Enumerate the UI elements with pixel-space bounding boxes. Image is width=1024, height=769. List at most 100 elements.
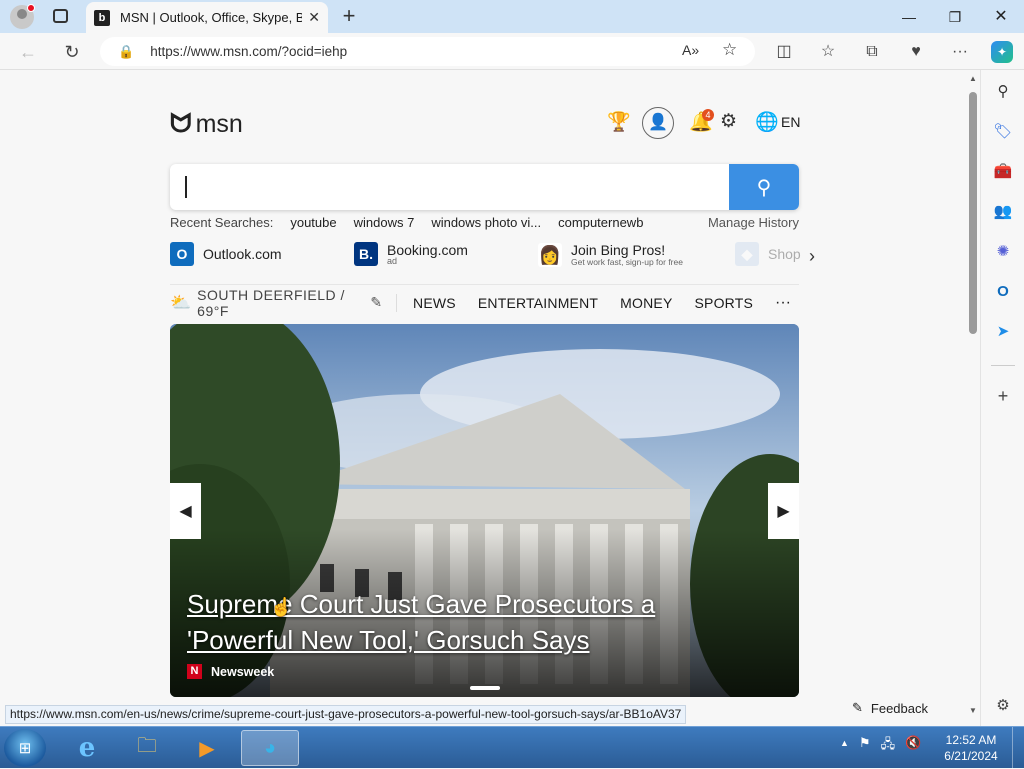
nav-entertainment[interactable]: ENTERTAINMENT (478, 295, 598, 311)
split-screen-icon[interactable]: ◫ (773, 41, 795, 63)
logo-text: msn (195, 109, 243, 138)
triangle-right-icon: ▶ (777, 503, 790, 520)
tab-title: MSN | Outlook, Office, Skype, Bi (120, 10, 303, 25)
taskbar-edge-icon[interactable]: ◕ (241, 730, 299, 766)
lock-icon[interactable]: 🔒 (118, 44, 134, 60)
language-label[interactable]: EN (781, 114, 800, 130)
tab-actions-icon[interactable] (53, 9, 68, 23)
new-tab-icon[interactable]: + (338, 4, 360, 28)
sidebar-tools-icon[interactable]: 🧰 (993, 162, 1013, 182)
hero-source[interactable]: N Newsweek (187, 664, 274, 679)
edit-pencil-icon[interactable]: ✎ (370, 294, 382, 311)
restore-button[interactable]: ❐ (932, 4, 978, 30)
weather-icon: ⛅ (170, 292, 192, 312)
bing-pros-icon: 👩 (538, 242, 562, 267)
more-options-icon[interactable]: ··· (775, 294, 791, 312)
scroll-up-icon[interactable]: ▲ (969, 74, 977, 83)
carousel-indicator[interactable] (470, 686, 500, 690)
newsweek-icon: N (187, 664, 202, 679)
category-nav: ⛅ SOUTH DEERFIELD / 69°F ✎ NEWS ENTERTAI… (170, 284, 799, 320)
taskbar-explorer-icon[interactable]: 🗀 (118, 730, 176, 766)
carousel-next-button[interactable]: ▶ (768, 483, 799, 539)
source-name: Newsweek (211, 664, 275, 679)
rewards-trophy-icon[interactable]: 🏆 (607, 110, 631, 134)
tab-msn[interactable]: b MSN | Outlook, Office, Skype, Bi ✕ (86, 2, 328, 33)
recent-item[interactable]: windows 7 (354, 215, 415, 230)
profile-icon[interactable] (10, 4, 35, 29)
weather-location[interactable]: SOUTH DEERFIELD / 69°F (197, 287, 364, 319)
start-button[interactable]: ⊞ (4, 729, 46, 767)
sidebar-add-icon[interactable]: + (993, 386, 1013, 406)
show-desktop-button[interactable] (1012, 727, 1024, 769)
settings-gear-icon[interactable]: ⚙ (720, 110, 737, 133)
performance-icon[interactable]: ♥ (905, 41, 927, 63)
page-scrollbar[interactable]: ▲ ▼ (966, 70, 980, 726)
hero-card[interactable]: ◀ ▶ Supreme Court Just Gave Prosecutors … (170, 324, 799, 697)
sidebar-divider (991, 365, 1015, 366)
scroll-down-icon[interactable]: ▼ (969, 706, 977, 715)
carousel-prev-button[interactable]: ◀ (170, 483, 201, 539)
minimize-button[interactable]: — (886, 4, 932, 30)
sidebar-send-icon[interactable]: ➤ (993, 322, 1013, 342)
address-toolbar: ← ↻ 🔒 https://www.msn.com/?ocid=iehp A» … (0, 33, 1024, 70)
sidebar-games-icon[interactable]: 👥 (993, 202, 1013, 222)
quicklink-shop[interactable]: ◆ Shop (735, 242, 801, 266)
msn-favicon-icon: b (94, 9, 110, 26)
more-menu-icon[interactable]: ··· (949, 41, 971, 63)
quicklink-booking[interactable]: B. Booking.com ad (354, 242, 468, 266)
chevron-right-icon[interactable]: › (809, 246, 815, 267)
search-button[interactable]: ⚲ (729, 164, 799, 210)
quicklink-label: Join Bing Pros! (571, 242, 666, 258)
refresh-icon[interactable]: ↻ (61, 41, 83, 63)
clock-time: 12:52 AM (945, 733, 997, 747)
copilot-icon[interactable]: ✦ (991, 41, 1013, 63)
quicklink-bing-pros[interactable]: 👩 Join Bing Pros! Get work fast, sign-up… (538, 242, 683, 267)
close-tab-icon[interactable]: ✕ (308, 9, 320, 26)
account-avatar[interactable]: 👤 (642, 107, 674, 139)
nav-news[interactable]: NEWS (413, 295, 456, 311)
nav-sports[interactable]: SPORTS (695, 295, 754, 311)
tray-flag-icon[interactable]: ⚑ (859, 735, 871, 757)
search-icon: ⚲ (756, 176, 772, 199)
quicklink-label: Shop (768, 246, 801, 262)
page-viewport: ᗢ msn 🏆 👤 🔔 4 ⚙ 🌐 EN ⚲ Recent Searches: … (0, 70, 966, 726)
quicklink-sub: Get work fast, sign-up for free (571, 257, 683, 267)
tray-expand-icon[interactable]: ▲ (840, 735, 849, 757)
globe-icon[interactable]: 🌐 (755, 110, 779, 134)
scrollbar-thumb[interactable] (969, 92, 977, 334)
back-icon[interactable]: ← (17, 41, 39, 63)
address-bar[interactable]: 🔒 https://www.msn.com/?ocid=iehp A» ☆ (100, 37, 755, 66)
msn-logo[interactable]: ᗢ msn (170, 108, 243, 140)
browser-titlebar: b MSN | Outlook, Office, Skype, Bi ✕ + —… (0, 0, 1024, 33)
favorites-icon[interactable]: ☆ (817, 41, 839, 63)
recent-item[interactable]: youtube (290, 215, 336, 230)
url-text: https://www.msn.com/?ocid=iehp (150, 44, 348, 59)
nav-money[interactable]: MONEY (620, 295, 672, 311)
clock-date: 6/21/2024 (944, 749, 998, 763)
sidebar-outlook-icon[interactable]: O (993, 282, 1013, 302)
taskbar-ie-icon[interactable]: e (58, 730, 116, 766)
outlook-icon: O (170, 242, 194, 266)
quicklink-outlook[interactable]: O Outlook.com (170, 242, 282, 266)
booking-icon: B. (354, 242, 378, 266)
search-box[interactable]: ⚲ (170, 164, 799, 210)
sidebar-search-icon[interactable]: ⚲ (993, 82, 1013, 102)
feedback-icon: ✎ (852, 700, 863, 715)
favorite-star-icon[interactable]: ☆ (722, 40, 737, 60)
sidebar-shopping-icon[interactable]: 🏷 (993, 122, 1013, 142)
taskbar-media-player-icon[interactable]: ▶ (178, 730, 236, 766)
recent-item[interactable]: computernewb (558, 215, 643, 230)
quicklink-label: Outlook.com (203, 246, 282, 262)
manage-history-link[interactable]: Manage History (708, 215, 799, 230)
close-window-button[interactable]: ✕ (978, 4, 1024, 30)
feedback-button[interactable]: ✎ Feedback (842, 695, 938, 721)
sidebar-copilot-icon[interactable]: ✺ (993, 242, 1013, 262)
sidebar-settings-icon[interactable]: ⚙ (993, 696, 1013, 716)
taskbar-clock[interactable]: 12:52 AM 6/21/2024 (938, 732, 1004, 764)
tray-network-icon[interactable]: 🖧 (881, 735, 896, 757)
tray-volume-muted-icon[interactable]: 🔇 (905, 735, 921, 757)
system-tray: ▲ ⚑ 🖧 🔇 (840, 735, 921, 757)
read-aloud-icon[interactable]: A» (682, 42, 699, 58)
recent-item[interactable]: windows photo vi... (431, 215, 541, 230)
collections-icon[interactable]: ⧉ (861, 41, 883, 63)
